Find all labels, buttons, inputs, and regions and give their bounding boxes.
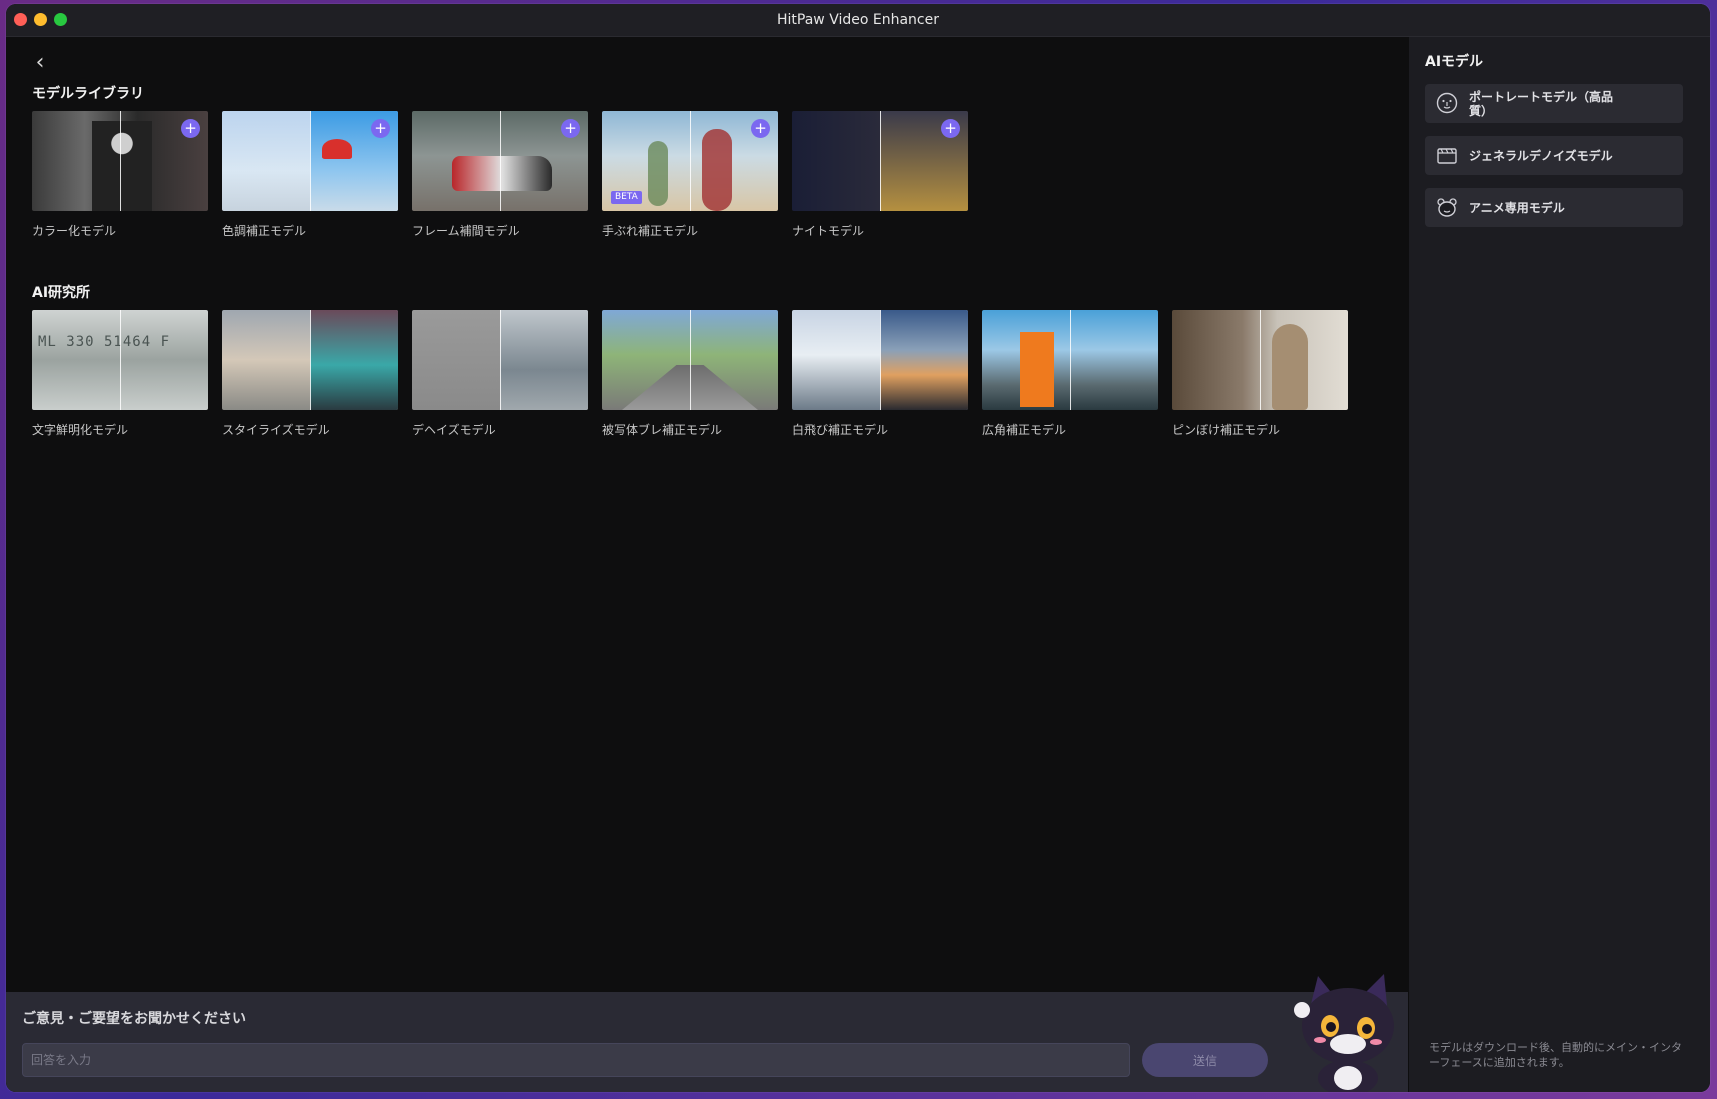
lab-card-defocus[interactable]: ピンぼけ補正モデル [1172,310,1348,438]
sidebar-model-anime[interactable]: アニメ専用モデル [1425,188,1683,227]
compare-divider [120,111,121,211]
lab-card-label: 文字鮮明化モデル [32,423,129,437]
color-correction-thumbnail: + [222,111,398,211]
thumbnail-text: ML 330 51464 F [38,334,171,350]
compare-divider [690,310,691,410]
compare-divider [500,310,501,410]
model-card-colorize[interactable]: + カラー化モデル [32,111,208,239]
face-icon [1436,92,1458,114]
stylize-thumbnail [222,310,398,410]
sidebar-title: AIモデル [1425,54,1484,70]
feedback-input[interactable] [22,1043,1130,1077]
model-card-frame-interpolation[interactable]: + フレーム補間モデル [412,111,588,239]
model-card-label: ナイトモデル [792,224,865,238]
main-content: ‹ モデルライブラリ + カラー化モデル + 色調補正モデル + フレーム補間モ… [6,37,1408,1092]
text-sharpen-thumbnail: ML 330 51464 F [32,310,208,410]
add-model-button[interactable]: + [181,119,200,138]
beta-badge: BETA [611,191,642,204]
feedback-title: ご意見・ご要望をお聞かせください [22,1011,246,1027]
lab-card-label: ピンぼけ補正モデル [1172,423,1281,437]
lab-card-wide-angle[interactable]: 広角補正モデル [982,310,1158,438]
lab-card-overexposure[interactable]: 白飛び補正モデル [792,310,968,438]
sidebar-model-label: アニメ専用モデル [1469,200,1565,215]
sidebar-model-label: ポートレートモデル（高品質） [1469,89,1614,118]
ai-model-sidebar: AIモデル ポートレートモデル（高品質） ジェネラルデノイズモデル アニメ専用モ… [1409,37,1710,1092]
model-library-title: モデルライブラリ [32,86,144,102]
lab-card-label: デヘイズモデル [412,423,496,437]
ai-lab-title: AI研究所 [32,285,91,301]
back-button[interactable]: ‹ [28,52,52,77]
colorize-thumbnail: + [32,111,208,211]
compare-divider [310,310,311,410]
cat-mascot-icon [1294,974,1394,1092]
add-model-button[interactable]: + [941,119,960,138]
lab-card-label: 広角補正モデル [982,423,1067,437]
compare-divider [500,111,501,211]
model-card-night[interactable]: + ナイトモデル [792,111,968,239]
compare-divider [1070,310,1071,410]
sidebar-model-label: ジェネラルデノイズモデル [1469,148,1613,163]
motion-deblur-thumbnail [602,310,778,410]
sidebar-model-portrait[interactable]: ポートレートモデル（高品質） [1425,84,1683,123]
defocus-thumbnail [1172,310,1348,410]
wide-angle-thumbnail [982,310,1158,410]
frame-interpolation-thumbnail: + [412,111,588,211]
model-card-color-correction[interactable]: + 色調補正モデル [222,111,398,239]
sidebar-model-denoise[interactable]: ジェネラルデノイズモデル [1425,136,1683,175]
compare-divider [1260,310,1261,410]
compare-divider [690,111,691,211]
lab-card-label: 白飛び補正モデル [792,423,889,437]
window-title: HitPaw Video Enhancer [777,12,939,28]
feedback-panel: ご意見・ご要望をお聞かせください 送信 [6,992,1408,1092]
lab-card-label: スタイライズモデル [222,423,330,437]
title-bar: HitPaw Video Enhancer [6,4,1710,37]
dehaze-thumbnail [412,310,588,410]
lab-card-dehaze[interactable]: デヘイズモデル [412,310,588,438]
lab-card-text-sharpen[interactable]: ML 330 51464 F 文字鮮明化モデル [32,310,208,438]
clapperboard-icon [1437,148,1457,164]
compare-divider [310,111,311,211]
compare-divider [880,310,881,410]
add-model-button[interactable]: + [561,119,580,138]
model-card-label: フレーム補間モデル [412,224,520,238]
overexposure-thumbnail [792,310,968,410]
send-button[interactable]: 送信 [1142,1043,1268,1077]
lab-card-motion-deblur[interactable]: 被写体ブレ補正モデル [602,310,778,438]
model-card-stabilization[interactable]: + BETA 手ぶれ補正モデル [602,111,778,239]
bear-icon [1437,198,1457,217]
model-card-label: カラー化モデル [32,224,117,238]
compare-divider [880,111,881,211]
model-card-label: 手ぶれ補正モデル [602,224,699,238]
stabilization-thumbnail: + BETA [602,111,778,211]
compare-divider [120,310,121,410]
add-model-button[interactable]: + [751,119,770,138]
lab-card-label: 被写体ブレ補正モデル [602,423,723,437]
lab-card-stylize[interactable]: スタイライズモデル [222,310,398,438]
app-window: HitPaw Video Enhancer ‹ モデルライブラリ + カラー化モ… [6,4,1710,1092]
night-thumbnail: + [792,111,968,211]
sidebar-note: モデルはダウンロード後、自動的にメイン・インターフェースに追加されます。 [1429,1041,1682,1069]
add-model-button[interactable]: + [371,119,390,138]
model-card-label: 色調補正モデル [222,224,307,238]
